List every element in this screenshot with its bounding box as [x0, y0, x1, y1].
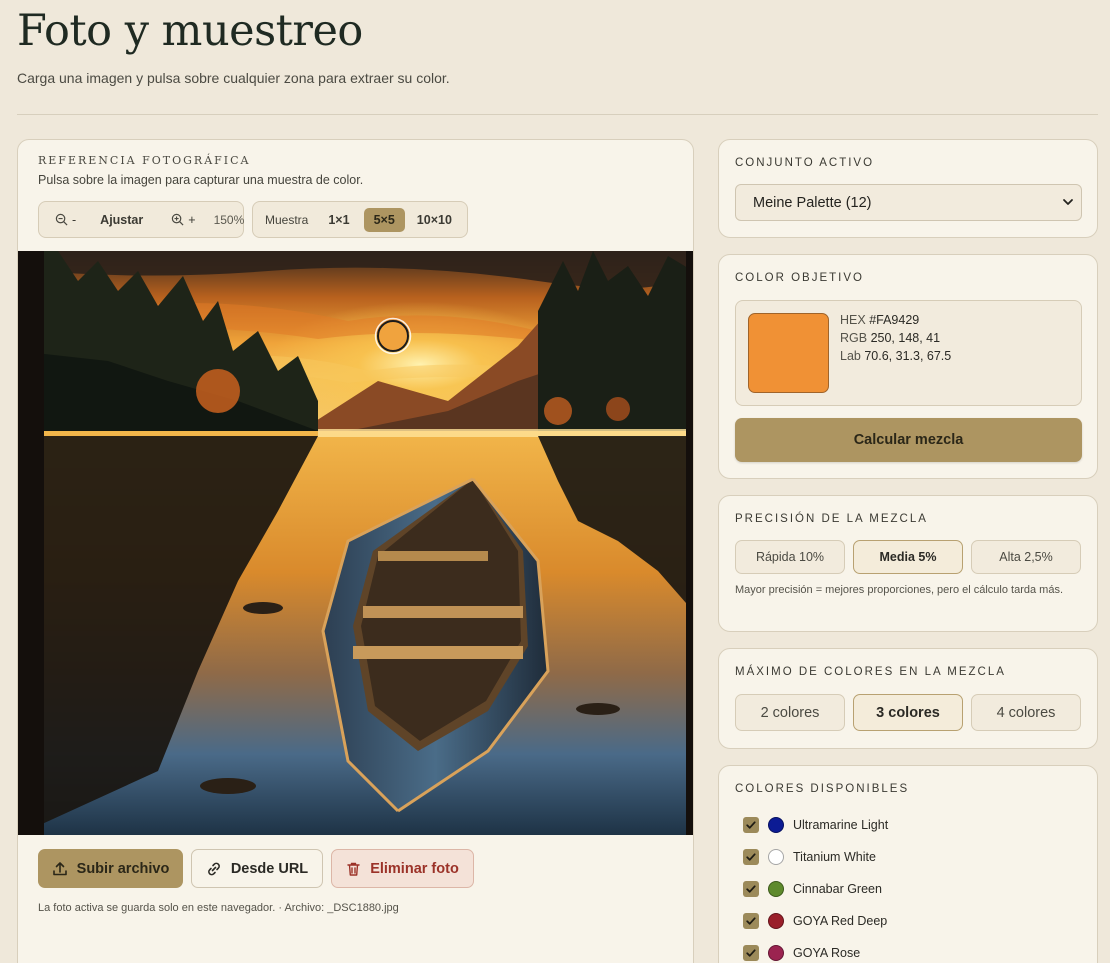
- upload-file-button[interactable]: Subir archivo: [38, 849, 183, 888]
- file-note: La foto activa se guarda solo en este na…: [38, 902, 399, 914]
- max-colors-heading: MÁXIMO DE COLORES EN LA MEZCLA: [735, 666, 1006, 678]
- max-colors-card: MÁXIMO DE COLORES EN LA MEZCLA 2 colores…: [718, 648, 1098, 749]
- target-color-heading: COLOR OBJETIVO: [735, 272, 864, 284]
- max-3-colors-button[interactable]: 3 colores: [853, 694, 963, 731]
- checkmark-icon: [746, 885, 756, 893]
- target-color-card: COLOR OBJETIVO HEX #FA9429 RGB 250, 148,…: [718, 254, 1098, 479]
- max-2-colors-button[interactable]: 2 colores: [735, 694, 845, 731]
- target-color-swatch: [748, 313, 829, 393]
- rgb-value: RGB 250, 148, 41: [840, 331, 941, 345]
- active-set-heading: CONJUNTO ACTIVO: [735, 157, 875, 169]
- upload-file-label: Subir archivo: [76, 860, 170, 877]
- fit-button[interactable]: Ajustar: [94, 208, 149, 232]
- from-url-button[interactable]: Desde URL: [191, 849, 323, 888]
- delete-photo-button[interactable]: Eliminar foto: [331, 849, 474, 888]
- zoom-in-icon: [172, 213, 184, 226]
- available-color-item: Cinnabar Green: [743, 880, 882, 898]
- precision-high-button[interactable]: Alta 2,5%: [971, 540, 1081, 574]
- precision-note: Mayor precisión = mejores proporciones, …: [735, 584, 1064, 596]
- color-checkbox[interactable]: [743, 881, 759, 897]
- calculate-mix-button[interactable]: Calcular mezcla: [735, 418, 1082, 462]
- sample-cursor-icon: [377, 320, 409, 352]
- zoom-in-button[interactable]: +: [165, 208, 201, 232]
- photo-reference-card: REFERENCIA FOTOGRÁFICA Pulsa sobre la im…: [17, 139, 694, 963]
- active-set-card: CONJUNTO ACTIVO Meine Palette (12): [718, 139, 1098, 238]
- precision-heading: PRECISIÓN DE LA MEZCLA: [735, 513, 928, 525]
- page-subtitle: Carga una imagen y pulsa sobre cualquier…: [17, 70, 450, 86]
- link-icon: [207, 862, 220, 875]
- color-name: Ultramarine Light: [793, 818, 889, 832]
- precision-card: PRECISIÓN DE LA MEZCLA Rápida 10% Media …: [718, 495, 1098, 632]
- photo-reference-hint: Pulsa sobre la imagen para capturar una …: [38, 173, 364, 187]
- color-name: GOYA Red Deep: [793, 914, 888, 928]
- available-colors-heading: COLORES DISPONIBLES: [735, 783, 910, 795]
- color-checkbox[interactable]: [743, 945, 759, 961]
- color-name: GOYA Rose: [793, 946, 861, 960]
- divider: [17, 114, 1098, 115]
- color-checkbox[interactable]: [743, 849, 759, 865]
- color-checkbox[interactable]: [743, 913, 759, 929]
- upload-icon: [52, 861, 67, 875]
- sample-5x5-button[interactable]: 5×5: [363, 207, 405, 232]
- checkmark-icon: [746, 949, 756, 957]
- color-dot: [768, 849, 784, 865]
- palette-select[interactable]: Meine Palette (12): [735, 184, 1082, 221]
- checkmark-icon: [746, 853, 756, 861]
- trash-icon: [347, 862, 360, 876]
- delete-photo-label: Eliminar foto: [370, 860, 459, 877]
- lab-value: Lab 70.6, 31.3, 67.5: [840, 349, 952, 363]
- available-colors-card: COLORES DISPONIBLES Ultramarine Light Tit…: [718, 765, 1098, 963]
- precision-medium-button[interactable]: Media 5%: [853, 540, 963, 574]
- available-color-item: Ultramarine Light: [743, 816, 888, 834]
- color-dot: [768, 945, 784, 961]
- reference-photo[interactable]: [18, 251, 693, 835]
- hex-value: HEX #FA9429: [840, 313, 920, 327]
- page-title: Foto y muestreo: [17, 6, 363, 56]
- chevron-down-icon: [1063, 199, 1073, 205]
- sample-1x1-button[interactable]: 1×1: [318, 208, 359, 232]
- color-dot: [768, 817, 784, 833]
- sample-size-label: Muestra: [265, 212, 309, 227]
- color-name: Titanium White: [793, 850, 876, 864]
- zoom-out-icon: [55, 213, 68, 226]
- palette-select-value: Meine Palette (12): [753, 194, 872, 211]
- checkmark-icon: [746, 917, 756, 925]
- precision-fast-button[interactable]: Rápida 10%: [735, 540, 845, 574]
- zoom-toolbar: - Ajustar + 150%: [38, 201, 244, 238]
- sample-size-toolbar: Muestra 1×1 5×5 10×10: [252, 201, 468, 238]
- zoom-value: 150%: [213, 212, 245, 227]
- max-4-colors-button[interactable]: 4 colores: [971, 694, 1081, 731]
- color-dot: [768, 913, 784, 929]
- color-name: Cinnabar Green: [793, 882, 882, 896]
- from-url-label: Desde URL: [230, 860, 309, 877]
- zoom-out-label: -: [72, 212, 77, 227]
- zoom-in-label: +: [188, 212, 196, 227]
- photo-reference-heading: REFERENCIA FOTOGRÁFICA: [38, 154, 251, 167]
- sample-10x10-button[interactable]: 10×10: [409, 208, 460, 232]
- checkmark-icon: [746, 821, 756, 829]
- zoom-out-button[interactable]: -: [49, 208, 82, 232]
- color-checkbox[interactable]: [743, 817, 759, 833]
- available-color-item: GOYA Rose: [743, 944, 860, 962]
- available-color-item: GOYA Red Deep: [743, 912, 887, 930]
- target-color-box: HEX #FA9429 RGB 250, 148, 41 Lab 70.6, 3…: [735, 300, 1082, 406]
- color-dot: [768, 881, 784, 897]
- available-color-item: Titanium White: [743, 848, 876, 866]
